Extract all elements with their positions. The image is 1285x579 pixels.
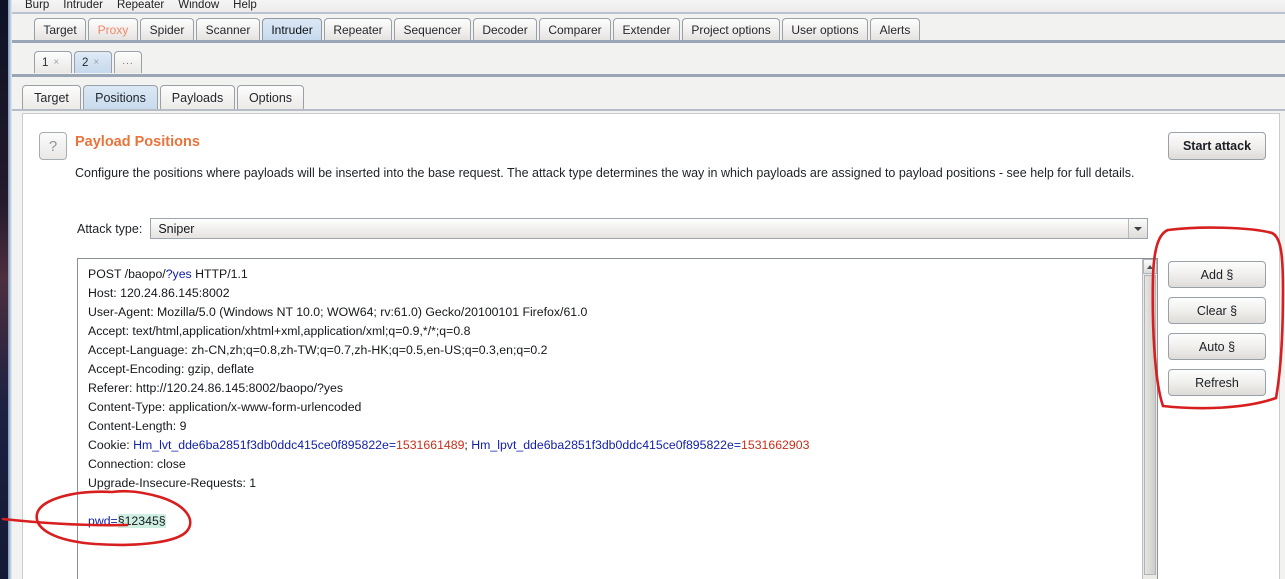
payload-positions-panel: ? Payload Positions Configure the positi… [22,113,1280,579]
request-line: Accept-Encoding: gzip, deflate [88,360,809,379]
attack-tab-label: 1 [42,56,49,69]
panel-description: Configure the positions where payloads w… [75,166,1135,180]
add-marker-button[interactable]: Add § [1168,261,1266,288]
payload-position-marker: §12345§ [117,514,166,528]
chevron-down-icon[interactable] [1128,219,1148,238]
attack-tab-baseline [12,74,1285,77]
attack-type-value: Sniper [158,221,195,236]
clear-marker-button[interactable]: Clear § [1168,297,1266,324]
request-line: POST /baopo/?yes HTTP/1.1 [88,265,809,284]
request-line: pwd=§12345§ [88,512,809,531]
main-tab-user-options[interactable]: User options [782,18,868,41]
request-token: Cookie: [88,438,134,452]
request-token-name: Hm_lvt_dde6ba2851f3db0ddc415ce0f895822e= [133,438,397,452]
page-title: Payload Positions [75,134,200,150]
main-tab-repeater[interactable]: Repeater [324,18,392,41]
menu-item-repeater[interactable]: Repeater [110,0,171,12]
intruder-tab-strip: Target Positions Payloads Options [12,79,1285,111]
request-token: POST /baopo/ [88,267,166,281]
intruder-tab-options[interactable]: Options [237,85,304,109]
request-token: Accept-Encoding: gzip, deflate [88,362,255,376]
request-token: Accept: text/html,application/xhtml+xml,… [88,324,471,338]
request-line: Upgrade-Insecure-Requests: 1 [88,474,809,493]
request-editor[interactable]: POST /baopo/?yes HTTP/1.1 Host: 120.24.86… [77,258,1158,579]
intruder-tab-target[interactable]: Target [22,85,81,109]
request-line: Accept-Language: zh-CN,zh;q=0.8,zh-TW;q=… [88,341,809,360]
request-token-name: ?yes [165,267,192,281]
menu-bar: Burp Intruder Repeater Window Help [12,0,1285,12]
intruder-tab-baseline [12,109,1285,111]
help-icon[interactable]: ? [39,132,67,160]
request-token: Host: 120.24.86.145:8002 [88,286,230,300]
attack-tab-label: 2 [82,56,89,69]
request-token-name: Hm_lpvt_dde6ba2851f3db0ddc415ce0f895822e… [471,438,742,452]
request-line [88,493,809,512]
request-token-value: 1531661489 [396,438,465,452]
main-tab-target[interactable]: Target [34,18,86,41]
request-line: Connection: close [88,455,809,474]
request-line: Referer: http://120.24.86.145:8002/baopo… [88,379,809,398]
request-line: User-Agent: Mozilla/5.0 (Windows NT 10.0… [88,303,809,322]
request-token: Connection: close [88,457,186,471]
request-token: Upgrade-Insecure-Requests: 1 [88,476,257,490]
attack-tab-2[interactable]: 2 × [74,51,112,73]
attack-tab-1[interactable]: 1 × [34,51,72,73]
close-icon[interactable]: × [53,57,59,68]
main-tab-project-options[interactable]: Project options [682,18,780,41]
request-line: Host: 120.24.86.145:8002 [88,284,809,303]
attack-type-select[interactable]: Sniper [150,218,1149,239]
attack-type-row: Attack type: Sniper [77,218,1149,239]
attack-tab-strip: 1 × 2 ×... [12,45,1285,77]
main-tab-baseline [12,40,1285,43]
intruder-tab-payloads[interactable]: Payloads [160,85,235,109]
request-token: Referer: http://120.24.86.145:8002/baopo… [88,381,344,395]
start-attack-button[interactable]: Start attack [1168,132,1266,160]
menu-item-burp[interactable]: Burp [18,0,56,12]
main-tab-scanner[interactable]: Scanner [196,18,260,41]
main-tab-spider[interactable]: Spider [140,18,194,41]
main-tab-proxy[interactable]: Proxy [88,18,138,41]
main-tab-decoder[interactable]: Decoder [473,18,537,41]
request-line: Content-Length: 9 [88,417,809,436]
request-token-value: 1531662903 [741,438,810,452]
desktop-background [0,0,8,579]
main-tab-strip: Target Proxy Spider Scanner Intruder Repeater… [12,14,1285,42]
new-attack-tab-button[interactable]: ... [114,51,142,73]
request-token: Accept-Language: zh-CN,zh;q=0.8,zh-TW;q=… [88,343,548,357]
intruder-tab-positions[interactable]: Positions [83,85,158,109]
refresh-button[interactable]: Refresh [1168,369,1266,396]
menu-item-help[interactable]: Help [226,0,264,12]
scrollbar-thumb[interactable] [1144,275,1156,575]
main-tab-sequencer[interactable]: Sequencer [394,18,471,41]
menu-item-intruder[interactable]: Intruder [56,0,110,12]
request-token: Content-Length: 9 [88,419,187,433]
request-token-name: pwd= [88,514,118,528]
request-text[interactable]: POST /baopo/?yes HTTP/1.1 Host: 120.24.86… [88,265,809,531]
request-line: Content-Type: application/x-www-form-url… [88,398,809,417]
request-line: Cookie: Hm_lvt_dde6ba2851f3db0ddc415ce0f… [88,436,809,455]
burp-suite-window: Burp Intruder Repeater Window Help Target Pro… [0,0,1285,579]
main-tab-comparer[interactable]: Comparer [539,18,611,41]
scroll-up-icon[interactable] [1143,259,1157,274]
request-token: HTTP/1.1 [191,267,248,281]
editor-vertical-scrollbar[interactable] [1142,259,1157,579]
request-token: User-Agent: Mozilla/5.0 (Windows NT 10.0… [88,305,588,319]
application-window: Burp Intruder Repeater Window Help Target Pro… [12,0,1285,579]
attack-type-label: Attack type: [77,221,143,236]
menu-item-window[interactable]: Window [171,0,226,12]
close-icon[interactable]: × [93,57,99,68]
request-token: Content-Type: application/x-www-form-url… [88,400,362,414]
request-line: Accept: text/html,application/xhtml+xml,… [88,322,809,341]
main-tab-intruder[interactable]: Intruder [262,18,322,41]
auto-marker-button[interactable]: Auto § [1168,333,1266,360]
main-tab-alerts[interactable]: Alerts [870,18,920,41]
main-tab-extender[interactable]: Extender [613,18,680,41]
